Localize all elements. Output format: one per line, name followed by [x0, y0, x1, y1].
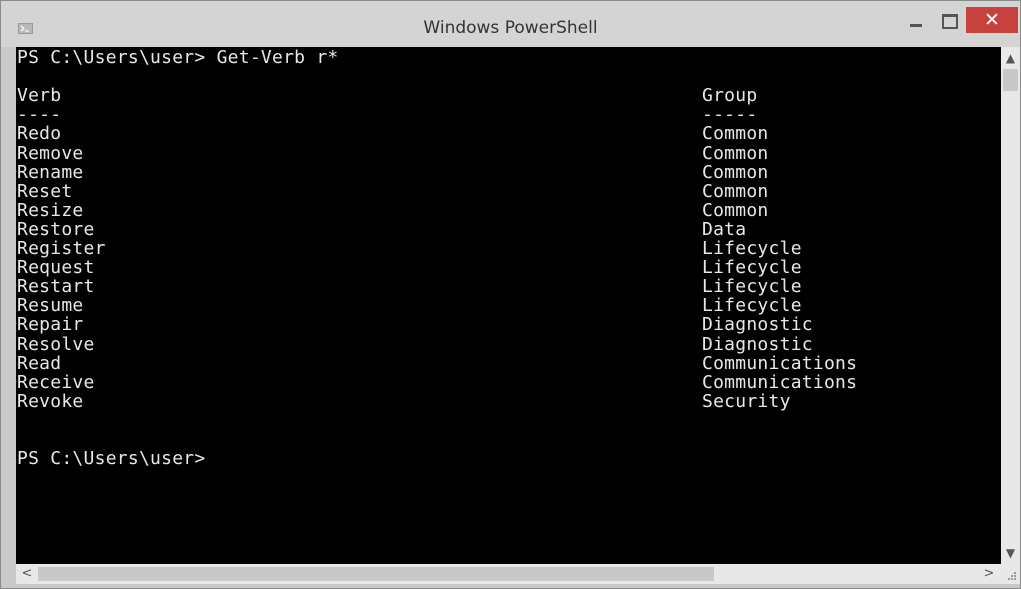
close-button[interactable]: ✕ — [966, 7, 1018, 33]
vertical-scrollbar[interactable]: ▲ ▼ — [1001, 47, 1020, 564]
maximize-button[interactable] — [933, 7, 963, 33]
console-line-left: Repair — [17, 314, 84, 335]
console-line-group: Lifecycle — [702, 257, 802, 278]
console-line-group: Diagnostic — [702, 334, 813, 355]
vertical-scroll-thumb[interactable] — [1003, 69, 1018, 91]
resize-grip-icon[interactable] — [1001, 564, 1020, 584]
console-line-group: Common — [702, 200, 769, 221]
scroll-down-icon[interactable]: ▼ — [1001, 545, 1020, 561]
console-line-left: Rename — [17, 162, 84, 183]
console-line-group: Lifecycle — [702, 238, 802, 259]
console-line-left: Revoke — [17, 391, 84, 412]
minimize-button[interactable] — [899, 7, 933, 33]
maximize-icon — [942, 14, 958, 29]
console-line-left: Restore — [17, 219, 95, 240]
console-line-group: Lifecycle — [702, 295, 802, 316]
console-line-left: ---- — [17, 104, 62, 125]
powershell-window: Windows PowerShell ✕ PS C:\Users\user> G… — [0, 0, 1021, 589]
console-line-group: Group — [702, 85, 758, 106]
console-line-group: Diagnostic — [702, 314, 813, 335]
console-line-group: Common — [702, 162, 769, 183]
console-line-group: Security — [702, 391, 791, 412]
console-line-group: Common — [702, 143, 769, 164]
console-line-left: PS C:\Users\user> Get-Verb r* — [17, 47, 339, 68]
console-line-left: Request — [17, 257, 95, 278]
scroll-right-icon[interactable]: > — [980, 564, 998, 584]
console-line-group: Data — [702, 219, 747, 240]
console-line-group: Common — [702, 181, 769, 202]
minimize-icon — [910, 24, 922, 27]
console-line-group: Common — [702, 123, 769, 144]
console-line-group: Lifecycle — [702, 276, 802, 297]
console-line-group: Communications — [702, 372, 858, 393]
console-line-left: Reset — [17, 181, 73, 202]
window-title: Windows PowerShell — [423, 18, 598, 38]
scroll-up-icon[interactable]: ▲ — [1001, 50, 1020, 66]
title-bar[interactable]: Windows PowerShell ✕ — [1, 1, 1020, 47]
console-line-left: Restart — [17, 276, 95, 297]
console-line-left: Redo — [17, 123, 62, 144]
console-line-left: Receive — [17, 372, 95, 393]
console-line-group: ----- — [702, 104, 758, 125]
console-line-left: Resolve — [17, 334, 95, 355]
horizontal-scroll-thumb[interactable] — [38, 567, 714, 581]
close-icon: ✕ — [984, 9, 1000, 31]
horizontal-scrollbar[interactable]: < > — [16, 564, 1001, 584]
console-line-left: Resize — [17, 200, 84, 221]
console-line-left: Register — [17, 238, 106, 259]
console-line-group: Communications — [702, 353, 858, 374]
console-line-left: Verb — [17, 85, 62, 106]
console-output[interactable]: PS C:\Users\user> Get-Verb r* Verb Group --… — [16, 47, 1001, 564]
console-line-left: Resume — [17, 295, 84, 316]
console-line-left: Remove — [17, 143, 84, 164]
scroll-left-icon[interactable]: < — [18, 564, 36, 584]
console-line-left: Read — [17, 353, 62, 374]
console-line-left: PS C:\Users\user> — [17, 448, 206, 469]
